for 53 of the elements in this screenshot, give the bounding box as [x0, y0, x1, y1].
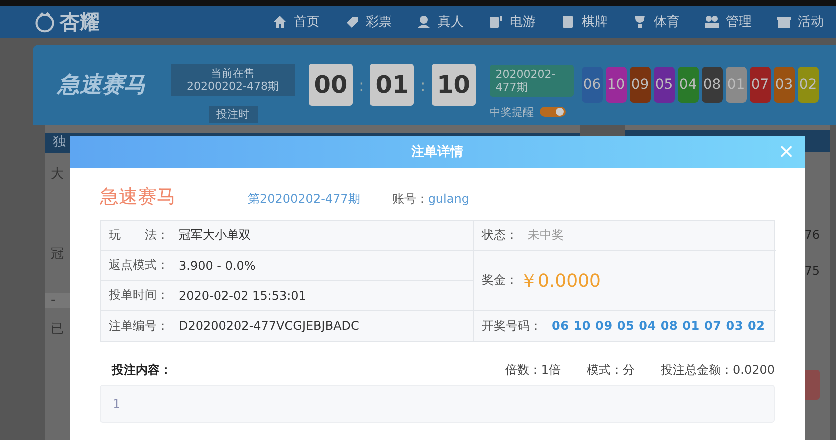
field-value: 2020-02-02 15:53:01: [179, 288, 306, 302]
field-label: 状态：: [482, 227, 518, 244]
field-value: 冠军大小单双: [179, 227, 251, 244]
bet-content-text: 1: [113, 397, 120, 411]
last-period-label: 20200202-477期: [490, 64, 574, 96]
multiplier-text: 倍数：1倍: [505, 362, 561, 379]
period-number: 第20200202-477期: [248, 191, 360, 208]
reminder-label: 中奖提醒: [490, 104, 534, 120]
field-value: 06 10 09 05 04 08 01 07 03 02: [552, 319, 766, 333]
field-label: 奖金：: [482, 272, 518, 289]
nav-item[interactable]: 首页: [260, 6, 332, 38]
mode-text: 模式：分: [587, 362, 635, 379]
field-value: 未中奖: [528, 227, 564, 244]
nav-item[interactable]: 电游: [476, 6, 548, 38]
field-value: ￥0.0000: [520, 270, 601, 292]
logo-text[interactable]: 杏耀: [60, 8, 100, 36]
panel-value: 75: [804, 264, 821, 278]
reminder-toggle[interactable]: [540, 107, 566, 117]
nav-item[interactable]: 真人: [404, 6, 476, 38]
field-value: D20200202-477VCGJEBJBADC: [179, 319, 360, 333]
game-title: 急速赛马: [100, 185, 176, 210]
field-label: 玩 法：: [109, 227, 169, 244]
countdown-digit: 00: [309, 64, 353, 106]
field-label: 投单时间：: [109, 287, 169, 304]
total-amount-text: 投注总金额：0.0200: [661, 362, 775, 379]
current-period-label: 当前在售 20200202-478期: [171, 64, 295, 96]
nav-icon: [416, 14, 432, 30]
countdown-digit: 10: [432, 64, 476, 106]
field-value: 3.900 - 0.0%: [179, 258, 256, 272]
nav-item[interactable]: 管理: [692, 6, 764, 38]
game-logo: 急速赛马: [56, 72, 147, 100]
field-label: 开奖号码：: [482, 318, 542, 334]
countdown-separator: :: [359, 76, 364, 94]
panel-text: 冠: [50, 246, 65, 263]
panel-value: 76: [804, 228, 821, 242]
countdown-separator: :: [420, 76, 426, 94]
nav-item[interactable]: 棋牌: [548, 6, 620, 38]
nav-item[interactable]: 体育: [620, 6, 692, 38]
nav-icon: [704, 14, 720, 30]
account-text: 账号：gulang: [392, 191, 470, 208]
bet-tab[interactable]: 投注时: [208, 106, 258, 122]
logo-emblem-icon: [34, 11, 56, 33]
field-label: 返点模式：: [109, 257, 169, 274]
nav-item[interactable]: 活动: [764, 6, 836, 38]
nav-icon: [560, 14, 576, 30]
countdown-digit: 01: [370, 64, 414, 106]
content-label: 投注内容：: [112, 362, 172, 379]
nav-icon: [632, 14, 648, 30]
nav-item[interactable]: 彩票: [332, 6, 404, 38]
field-label: 注单编号：: [109, 318, 169, 334]
nav-icon: [488, 14, 504, 30]
nav-icon: [272, 14, 288, 30]
nav-icon: [776, 14, 792, 30]
